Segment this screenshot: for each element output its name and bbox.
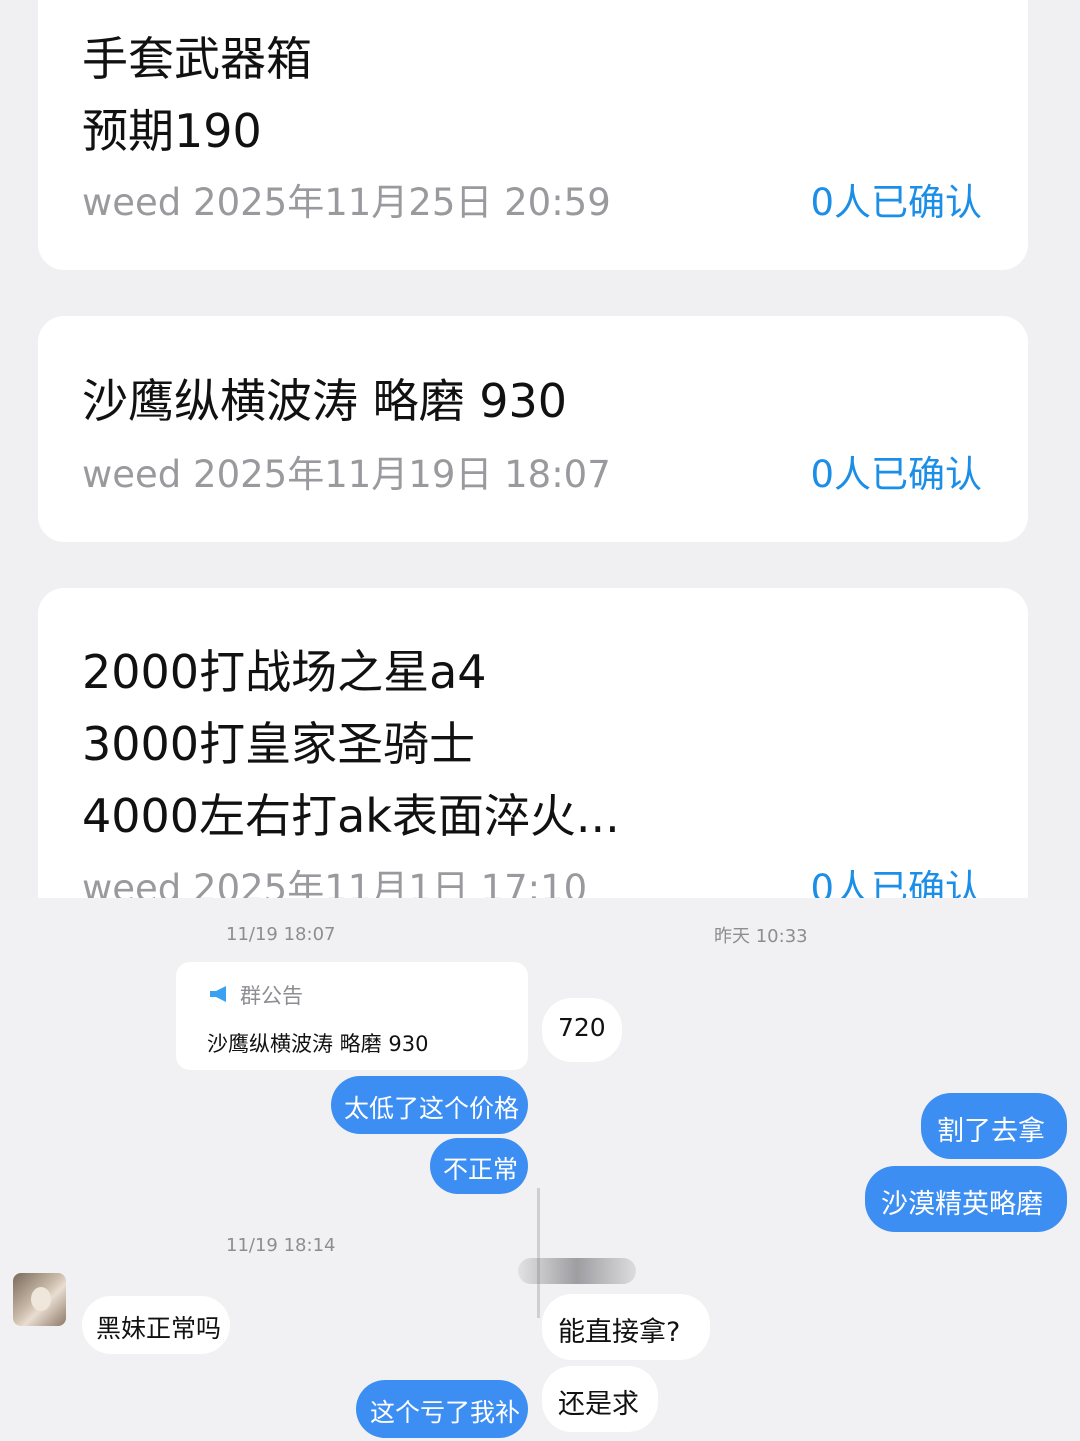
message-bubble-sent[interactable]: 这个亏了我补 — [356, 1380, 528, 1438]
message-bubble-received[interactable]: 能直接拿? — [542, 1294, 710, 1360]
divider — [537, 1188, 540, 1318]
announcement-text: 沙鹰纵横波涛 略磨 930 — [207, 1032, 429, 1056]
message-bubble-sent[interactable]: 沙漠精英略磨 — [865, 1166, 1067, 1232]
timestamp: 昨天 10:33 — [714, 926, 808, 947]
avatar[interactable] — [13, 1273, 66, 1326]
notice-meta: weed 2025年11月1日 17:10 — [82, 867, 588, 898]
notice-card[interactable]: 2000打战场之星a4 3000打皇家圣骑士 4000左右打ak表面淬火... … — [38, 588, 1028, 898]
notice-line: 预期190 — [82, 104, 262, 158]
group-announcement-card[interactable]: 群公告 沙鹰纵横波涛 略磨 930 — [176, 962, 528, 1070]
message-bubble-sent[interactable]: 不正常 — [430, 1138, 528, 1194]
notice-line: 3000打皇家圣骑士 — [82, 717, 476, 771]
notice-card[interactable]: 手套武器箱 预期190 weed 2025年11月25日 20:59 0人已确认 — [38, 0, 1028, 270]
chat-area: 11/19 18:07 群公告 沙鹰纵横波涛 略磨 930 太低了这个价格 不正… — [0, 898, 1080, 1441]
notice-line: 2000打战场之星a4 — [82, 645, 487, 699]
notice-card[interactable]: 沙鹰纵横波涛 略磨 930 weed 2025年11月19日 18:07 0人已… — [38, 316, 1028, 542]
notice-line: 沙鹰纵横波涛 略磨 930 — [82, 374, 568, 428]
notice-meta: weed 2025年11月19日 18:07 — [82, 453, 611, 496]
notice-line: 手套武器箱 — [82, 32, 312, 86]
redaction-smudge — [518, 1258, 636, 1284]
timestamp: 11/19 18:07 — [226, 924, 336, 945]
megaphone-icon — [208, 984, 230, 1004]
confirm-count-link[interactable]: 0人已确认 — [810, 870, 982, 898]
notice-list: 手套武器箱 预期190 weed 2025年11月25日 20:59 0人已确认… — [0, 0, 1080, 898]
message-bubble-received[interactable]: 还是求 — [542, 1366, 658, 1432]
message-bubble-sent[interactable]: 割了去拿 — [921, 1093, 1067, 1159]
notice-line: 4000左右打ak表面淬火... — [82, 789, 620, 843]
confirm-count-link[interactable]: 0人已确认 — [810, 184, 982, 221]
timestamp: 11/19 18:14 — [226, 1235, 336, 1256]
confirm-count-link[interactable]: 0人已确认 — [810, 456, 982, 493]
message-bubble-received[interactable]: 黑妹正常吗 — [82, 1296, 230, 1354]
notice-meta: weed 2025年11月25日 20:59 — [82, 181, 611, 224]
announcement-title: 群公告 — [240, 984, 303, 1008]
message-bubble-received[interactable]: 720 — [542, 998, 622, 1062]
message-bubble-sent[interactable]: 太低了这个价格 — [331, 1076, 528, 1134]
